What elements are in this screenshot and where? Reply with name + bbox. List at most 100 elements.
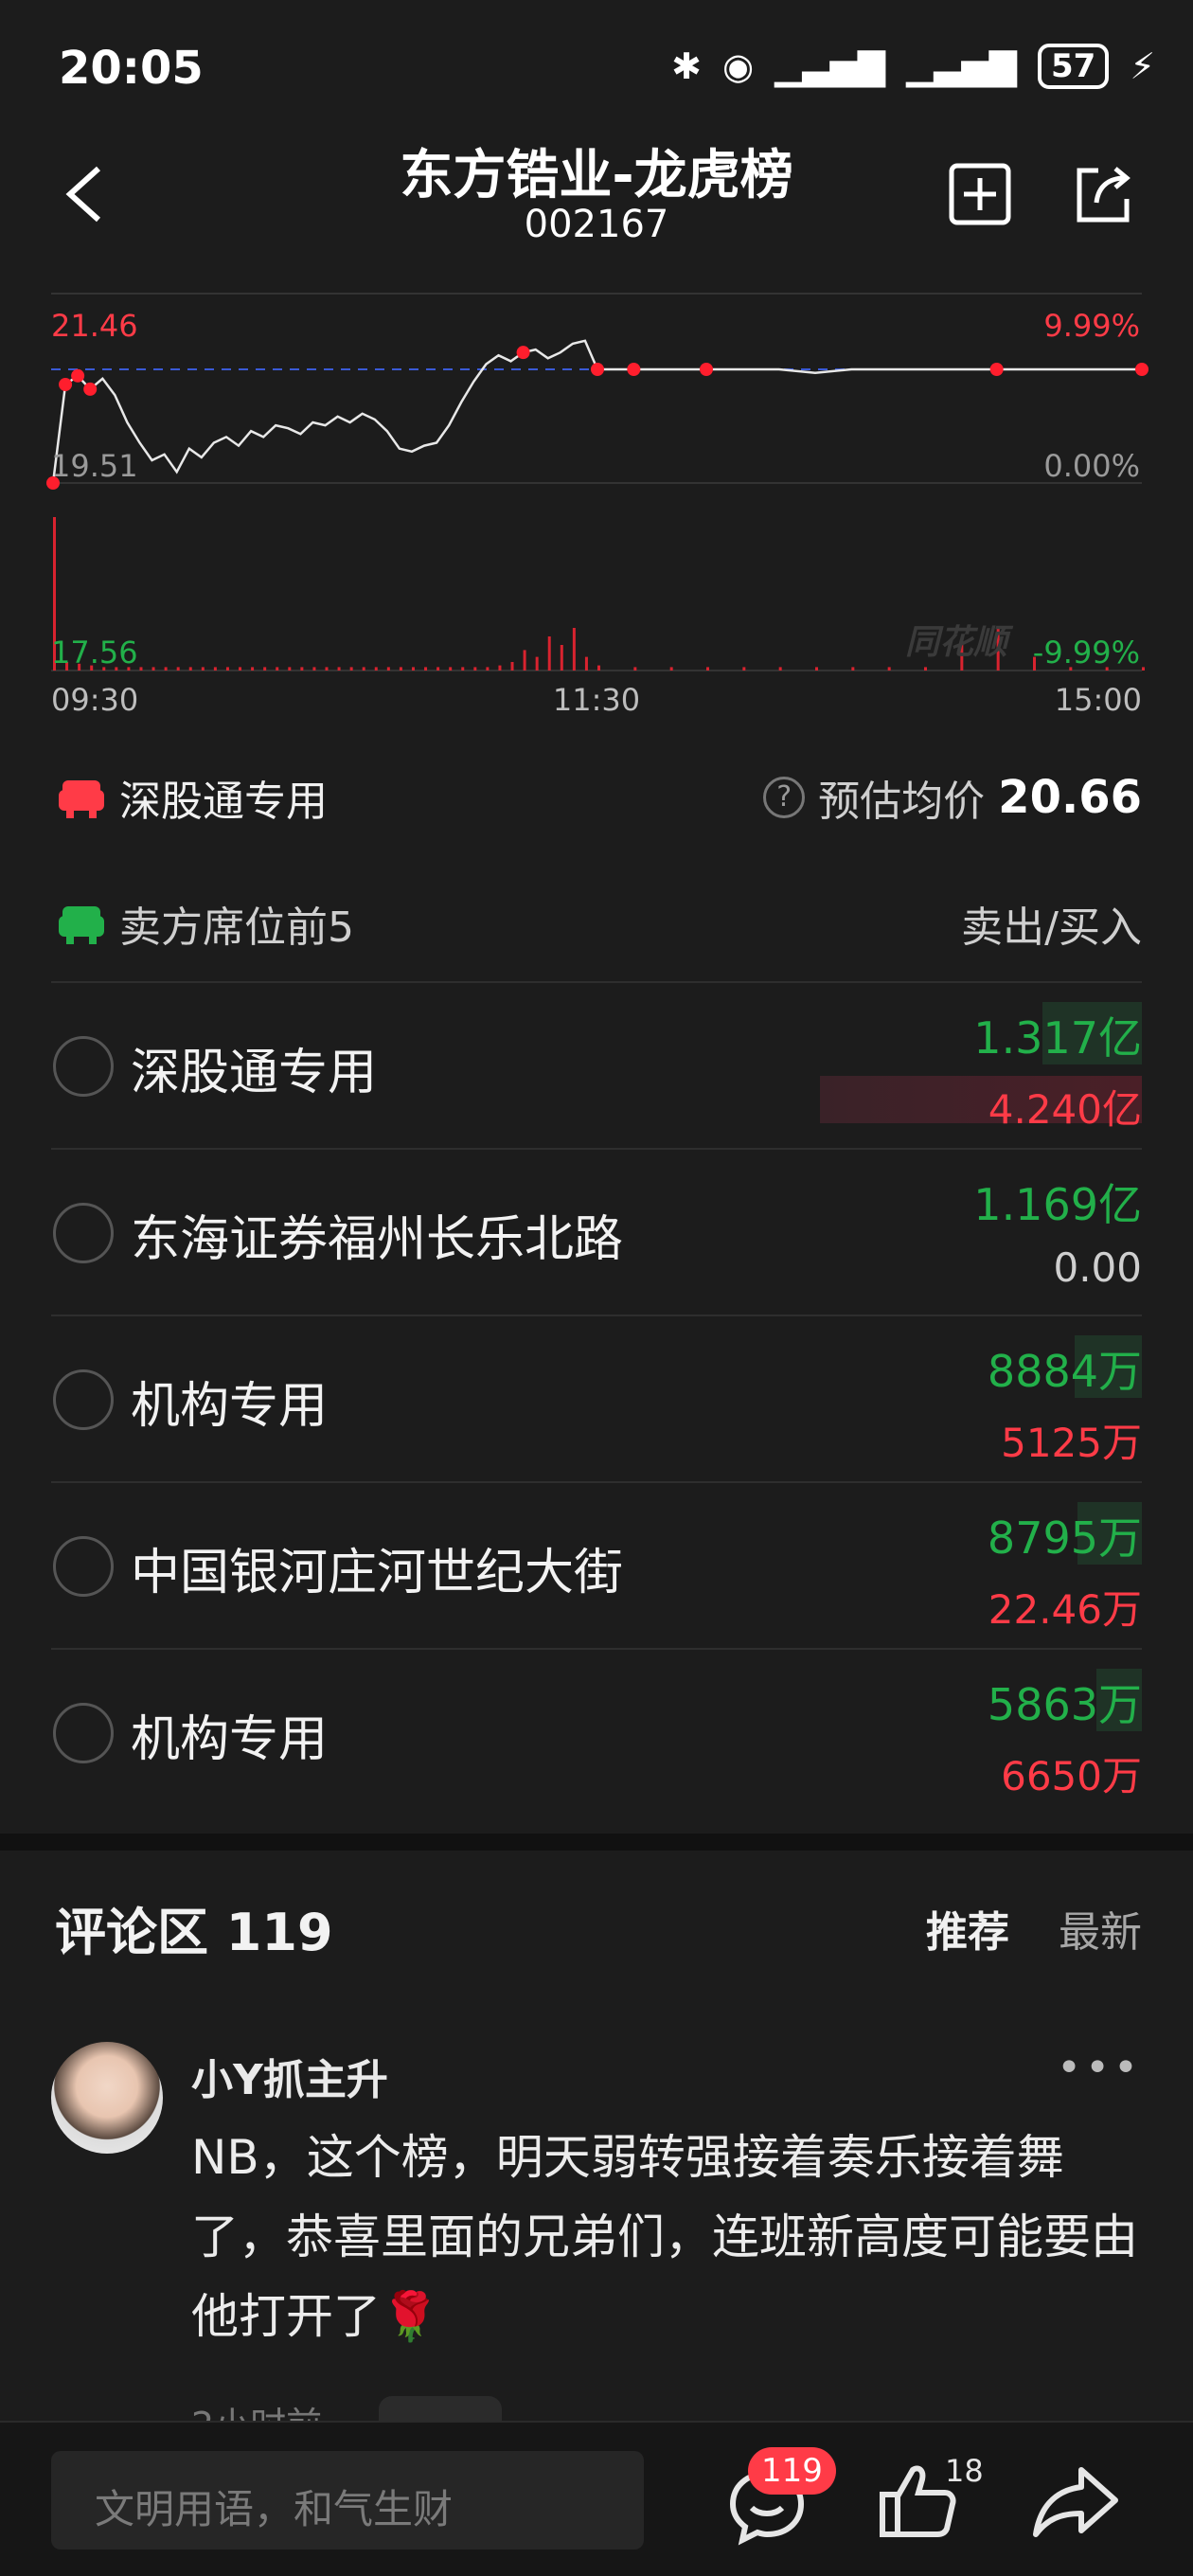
volume-bar: [473, 667, 477, 671]
chart-grid: [51, 293, 1142, 671]
volume-bar: [325, 667, 329, 671]
price-dot: [59, 378, 73, 391]
volume-bar: [164, 667, 168, 671]
avg-price[interactable]: ? 预估均价 20.66: [763, 767, 1142, 828]
price-dot: [591, 363, 604, 376]
avatar[interactable]: [51, 2042, 163, 2154]
comment-sort-tabs: 推荐 最新: [926, 1898, 1142, 1959]
volume-bar: [535, 656, 539, 671]
seller-row[interactable]: 中国银河庄河世纪大街 8795万 22.46万: [0, 1483, 1193, 1650]
label-high: 21.46: [51, 308, 138, 344]
volume-bar: [424, 667, 428, 671]
comment-count-badge: 119: [748, 2447, 836, 2495]
comments-title: 评论区 119: [55, 1903, 333, 1962]
seller-name: 机构专用: [131, 1711, 329, 1768]
tab-latest[interactable]: 最新: [1059, 1898, 1142, 1959]
sellers-title-wrap: 卖方席位前5: [59, 893, 354, 954]
seller-row[interactable]: 机构专用 8884万 5125万: [0, 1316, 1193, 1483]
seller-row[interactable]: 深股通专用 1.317亿 4.240亿: [0, 983, 1193, 1150]
seller-name: 深股通专用: [131, 1045, 378, 1101]
row-radio[interactable]: [53, 1036, 114, 1097]
add-square-icon: [949, 163, 1011, 225]
price-dot: [1135, 363, 1148, 376]
buy-amount: 6650万: [1001, 1753, 1142, 1799]
price-dot: [516, 346, 530, 360]
volume-bar: [225, 667, 229, 671]
x-tick-0930: 09:30: [51, 682, 138, 718]
seller-row[interactable]: 机构专用 5863万 6650万: [0, 1650, 1193, 1816]
volume-bar: [778, 667, 782, 671]
comment-tag-pill[interactable]: [379, 2396, 502, 2423]
forward-arrow-icon: [1033, 2467, 1118, 2537]
volume-bar: [436, 667, 440, 671]
volume-bar: [276, 667, 279, 671]
volume-bar: [461, 667, 465, 671]
like-count: 18: [945, 2453, 984, 2489]
tab-recommend[interactable]: 推荐: [926, 1898, 1009, 1959]
signal-icon: ▁▃▅▇: [775, 45, 886, 87]
volume-bar: [742, 667, 746, 671]
avg-price-label: 预估均价: [818, 778, 986, 826]
add-watchlist-button[interactable]: [947, 161, 1013, 227]
volume-bar: [572, 628, 576, 671]
seat-tag: 深股通专用: [59, 767, 328, 828]
seller-name: 东海证券福州长乐北路: [131, 1211, 624, 1268]
sellers-title: 卖方席位前5: [119, 903, 354, 952]
bluetooth-icon: ✱: [671, 45, 702, 87]
sellers-header: 卖方席位前5 卖出/买入: [0, 876, 1193, 971]
seller-name: 中国银河庄河世纪大街: [131, 1545, 624, 1601]
pct-mid: 0.00%: [1043, 448, 1140, 484]
volume-bar: [300, 667, 304, 671]
row-radio[interactable]: [53, 1203, 114, 1263]
x-tick-1500: 15:00: [1055, 682, 1142, 718]
volume-bar: [887, 667, 891, 671]
sell-amount: 1.169亿: [973, 1179, 1142, 1230]
row-radio[interactable]: [53, 1369, 114, 1430]
volume-bar: [362, 667, 365, 671]
section-separator: [0, 1834, 1193, 1851]
help-icon[interactable]: ?: [763, 777, 806, 818]
volume-bar: [213, 667, 217, 671]
pct-high: 9.99%: [1043, 308, 1140, 344]
seat-green-icon: [59, 906, 104, 944]
label-open: 19.51: [51, 448, 138, 484]
volume-bar: [560, 645, 563, 671]
volume-bar: [924, 667, 927, 671]
price-dot: [627, 363, 641, 376]
row-radio[interactable]: [53, 1703, 114, 1763]
price-chart[interactable]: 21.46 19.51 17.56 9.99% 0.00% -9.99% 同花顺…: [0, 284, 1193, 720]
hotspot-icon: ◉: [722, 45, 755, 87]
volume-bar: [486, 667, 490, 671]
summary-row: 深股通专用 ? 预估均价 20.66: [0, 750, 1193, 845]
seller-row[interactable]: 东海证券福州长乐北路 1.169亿 0.00: [0, 1150, 1193, 1316]
pct-low: -9.99%: [1033, 635, 1140, 671]
watermark: 同花顺: [905, 623, 1014, 662]
volume-bar: [449, 667, 453, 671]
volume-bar: [1142, 667, 1145, 671]
price-line: [51, 339, 1142, 484]
comment-username[interactable]: 小Y抓主升: [191, 2046, 388, 2106]
price-dot: [83, 382, 98, 396]
share-icon: [1077, 167, 1131, 223]
stock-code: 002167: [524, 203, 669, 246]
volume-bar: [386, 667, 390, 671]
row-radio[interactable]: [53, 1536, 114, 1597]
volume-bar: [633, 667, 637, 671]
comment-input[interactable]: 文明用语，和气生财: [51, 2451, 644, 2549]
charging-icon: ⚡: [1130, 45, 1155, 87]
volume-bar: [288, 667, 292, 671]
forward-button[interactable]: [1028, 2453, 1123, 2548]
volume-bar: [263, 667, 267, 671]
volume-bar: [815, 667, 818, 671]
volume-bar: [349, 667, 353, 671]
price-dot: [989, 363, 1004, 376]
seat-red-icon: [59, 780, 104, 818]
price-dot: [700, 363, 713, 376]
volume-bar: [188, 667, 192, 671]
sell-amount: 8795万: [987, 1512, 1142, 1564]
buy-amount: 5125万: [1001, 1420, 1142, 1466]
more-icon[interactable]: •••: [1057, 2044, 1142, 2092]
volume-bar: [239, 667, 242, 671]
share-button[interactable]: [1070, 161, 1136, 227]
volume-bar: [584, 656, 588, 671]
